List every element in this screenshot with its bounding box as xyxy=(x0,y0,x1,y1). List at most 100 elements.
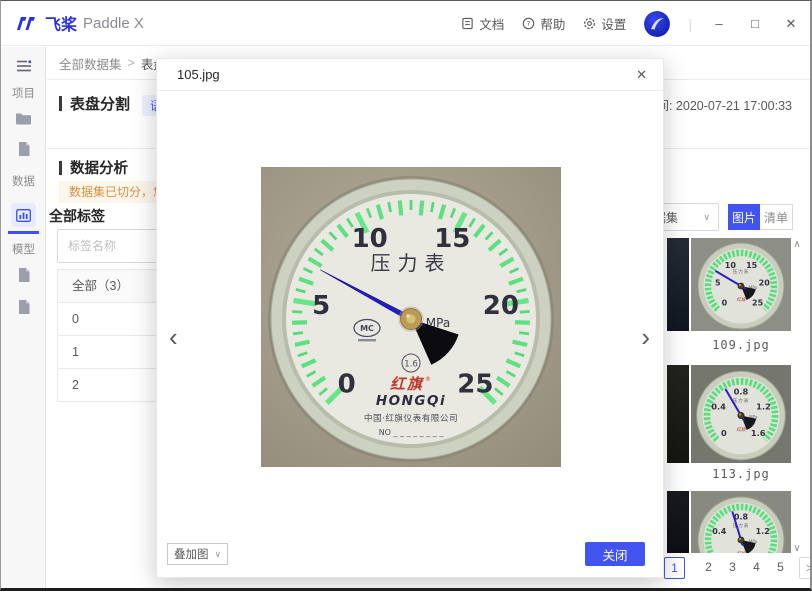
file-icon xyxy=(17,141,31,157)
title-marker xyxy=(59,161,62,175)
thumbnail-gauge-image: 0510152025压力表MPa红旗 xyxy=(691,238,791,331)
sidebar-item-project-list[interactable] xyxy=(1,111,46,130)
svg-text:®: ® xyxy=(425,376,431,383)
svg-text:15: 15 xyxy=(746,261,758,270)
svg-text:压力表: 压力表 xyxy=(733,397,750,404)
collapse-menu-icon[interactable] xyxy=(1,59,46,78)
svg-text:25: 25 xyxy=(457,369,493,399)
svg-text:红旗: 红旗 xyxy=(736,427,747,433)
preview-image: 0510152025压力表MCMPa1.6红旗®HONGQi中国·红旗仪表有限公… xyxy=(261,167,561,467)
svg-text:25: 25 xyxy=(752,299,764,308)
svg-text:1.2: 1.2 xyxy=(756,401,771,411)
analysis-title: 数据分析 xyxy=(70,157,128,178)
minimize-button[interactable]: – xyxy=(710,16,728,31)
modal-close-button[interactable]: 关闭 xyxy=(585,542,645,566)
dataset-title: 表盘分割 xyxy=(70,93,130,114)
svg-text:0.8: 0.8 xyxy=(734,386,749,396)
thumbnail-partial[interactable] xyxy=(667,238,689,331)
thumbnail-partial[interactable] xyxy=(667,491,689,553)
svg-text:HONGQi: HONGQi xyxy=(376,393,446,409)
modal-close-icon[interactable]: ✕ xyxy=(636,67,647,83)
sidebar-section-model: 模型 xyxy=(1,241,46,257)
page-4[interactable]: 4 xyxy=(746,557,767,579)
svg-text:压力表: 压力表 xyxy=(371,251,452,275)
thumbnail-109[interactable]: 0510152025压力表MPa红旗 xyxy=(691,238,791,331)
menu-help-label: 帮助 xyxy=(540,14,565,33)
svg-text:0: 0 xyxy=(338,369,356,399)
menu-help[interactable]: ? 帮助 xyxy=(522,14,565,33)
svg-text:1.6: 1.6 xyxy=(751,428,766,438)
menu-docs[interactable]: 文档 xyxy=(461,14,504,33)
svg-text:5: 5 xyxy=(312,291,330,321)
pagination: 1 2 3 4 5 > xyxy=(664,557,812,579)
folder-icon xyxy=(15,111,32,125)
view-toggle-image[interactable]: 图片 xyxy=(728,204,760,230)
page-next-button[interactable]: > xyxy=(799,557,812,579)
thumbnail-next[interactable]: 0.40.81.2压力表MPa红旗 xyxy=(691,491,791,553)
overlay-mode-value: 叠加图 xyxy=(174,546,209,562)
svg-text:15: 15 xyxy=(434,224,470,254)
breadcrumb-separator: > xyxy=(128,56,135,70)
gear-icon xyxy=(583,17,596,30)
scroll-up-icon[interactable]: ∧ xyxy=(790,239,804,250)
maximize-button[interactable]: □ xyxy=(746,16,764,31)
page-3[interactable]: 3 xyxy=(722,557,743,579)
overlay-mode-select[interactable]: 叠加图 ∨ xyxy=(167,543,228,565)
paddle-logo-icon xyxy=(15,14,41,32)
analysis-title-row: 数据分析 xyxy=(59,157,128,178)
dataset-chart-icon xyxy=(16,209,31,222)
sidebar-item-project-detail[interactable] xyxy=(1,141,46,162)
page-2[interactable]: 2 xyxy=(698,557,719,579)
thumbnail-113[interactable]: 00.40.81.21.6压力表MPa红旗 xyxy=(691,365,791,463)
sidebar-item-model-train[interactable] xyxy=(1,267,46,288)
sidebar: 项目 数据 模型 xyxy=(1,47,46,588)
help-icon: ? xyxy=(522,17,535,30)
svg-text:5: 5 xyxy=(715,278,721,287)
sidebar-item-model-eval[interactable] xyxy=(1,299,46,320)
close-window-button[interactable]: ✕ xyxy=(782,16,800,32)
thumbnail-gauge-image: 0.40.81.2压力表MPa红旗 xyxy=(691,491,791,553)
page-1[interactable]: 1 xyxy=(664,557,685,579)
pressure-gauge-photo: 0510152025压力表MCMPa1.6红旗®HONGQi中国·红旗仪表有限公… xyxy=(261,167,561,467)
all-labels-title: 全部标签 xyxy=(49,206,105,226)
prev-image-arrow[interactable]: ‹ xyxy=(169,324,178,350)
file-icon xyxy=(17,267,31,283)
sidebar-section-data: 数据 xyxy=(1,173,46,189)
chevron-down-icon: ∨ xyxy=(215,549,222,560)
modal-header: 105.jpg ✕ xyxy=(157,59,663,91)
sidebar-item-dataset-active[interactable] xyxy=(11,203,36,227)
user-avatar[interactable] xyxy=(644,11,670,37)
chevron-down-icon: ∨ xyxy=(703,212,710,223)
svg-text:1.6: 1.6 xyxy=(404,360,418,370)
sidebar-active-indicator xyxy=(8,231,39,234)
view-toggle-list[interactable]: 清单 xyxy=(760,204,793,230)
svg-text:红旗: 红旗 xyxy=(390,375,425,393)
page-5[interactable]: 5 xyxy=(770,557,791,579)
menu-docs-label: 文档 xyxy=(479,14,504,33)
svg-text:红旗: 红旗 xyxy=(737,551,747,553)
menu-settings[interactable]: 设置 xyxy=(583,14,626,33)
svg-text:0.4: 0.4 xyxy=(711,401,726,411)
thumbnail-113-filename: 113.jpg xyxy=(691,467,791,481)
breadcrumb-all-datasets[interactable]: 全部数据集 xyxy=(59,54,122,73)
svg-text:红旗: 红旗 xyxy=(737,297,747,303)
thumbnail-109-filename: 109.jpg xyxy=(691,338,791,352)
svg-text:中国·红旗仪表有限公司: 中国·红旗仪表有限公司 xyxy=(364,412,458,424)
svg-text:NO _ _ _ _ _ _ _ _: NO _ _ _ _ _ _ _ _ xyxy=(379,428,445,437)
app-window: 飞桨 Paddle X 文档 ? 帮助 设置 | – □ xyxy=(0,0,812,591)
svg-text:0.4: 0.4 xyxy=(712,527,727,536)
svg-text:?: ? xyxy=(527,19,531,28)
image-preview-modal: 105.jpg ✕ ‹ › 0510152025压力表MCMPa1.6红旗®HO… xyxy=(156,58,664,578)
title-marker xyxy=(59,96,62,111)
svg-text:1.2: 1.2 xyxy=(756,527,770,536)
svg-text:20: 20 xyxy=(483,291,519,321)
svg-text:0: 0 xyxy=(721,428,727,438)
svg-text:0.8: 0.8 xyxy=(734,513,749,522)
file-icon xyxy=(17,299,31,315)
app-logo: 飞桨 Paddle X xyxy=(15,11,144,35)
thumbnail-partial[interactable] xyxy=(667,365,689,463)
document-icon xyxy=(461,17,474,30)
dataset-title-row: 表盘分割 xyxy=(59,93,130,114)
next-image-arrow[interactable]: › xyxy=(641,324,650,350)
scroll-down-icon[interactable]: ∨ xyxy=(790,543,804,554)
